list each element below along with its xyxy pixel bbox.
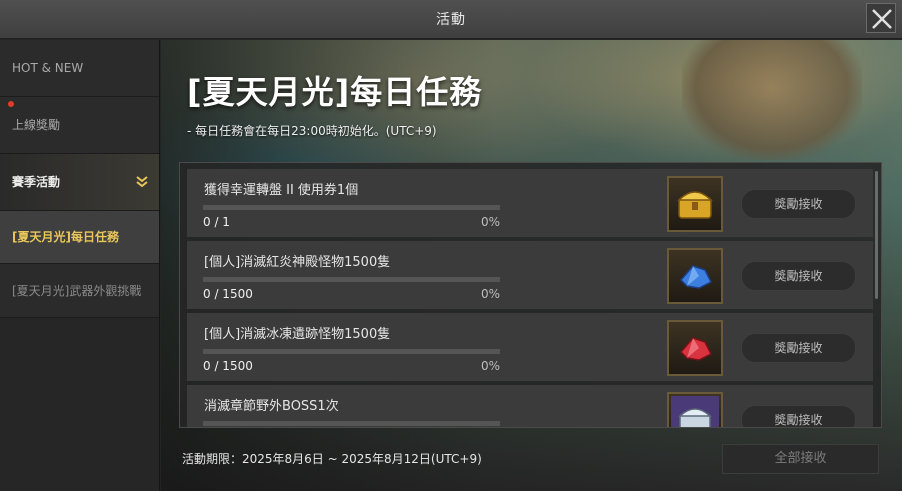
progress-bar	[203, 205, 500, 210]
progress-bar	[203, 349, 500, 354]
window-title: 活動	[436, 12, 466, 28]
claim-reward-button[interactable]: 獎勵接收	[741, 189, 856, 219]
claim-reward-button[interactable]: 獎勵接收	[741, 261, 856, 291]
sidebar-item-label: [夏天月光]武器外觀挑戰	[12, 284, 142, 298]
progress-percent: 0%	[480, 359, 500, 373]
chevron-down-icon	[136, 176, 148, 188]
silver-chest-icon	[671, 396, 719, 427]
red-crystal-icon	[679, 337, 713, 361]
task-row: [個人]消滅冰凍遺跡怪物1500隻 0 / 1500 0% 獎勵接收	[187, 313, 873, 381]
sidebar-item-label: HOT & NEW	[12, 61, 84, 75]
task-name: 獲得幸運轉盤 II 使用券1個	[204, 183, 359, 198]
page-title: [夏天月光]每日任務	[187, 73, 483, 111]
sidebar-item-season-event[interactable]: 賽季活動	[0, 154, 159, 211]
reward-item[interactable]	[667, 320, 723, 376]
close-button[interactable]	[866, 3, 896, 33]
golden-chest-icon	[677, 191, 713, 219]
sidebar-item-label: 賽季活動	[12, 175, 61, 189]
task-row: 獲得幸運轉盤 II 使用券1個 0 / 1 0% 獎勵接收	[187, 169, 873, 237]
claim-reward-button[interactable]: 獎勵接收	[741, 333, 856, 363]
reset-note: - 每日任務會在每日23:00時初始化。(UTC+9)	[187, 124, 437, 138]
task-row: 消滅章節野外BOSS1次 獎勵接收	[187, 385, 873, 427]
blue-crystal-icon	[679, 265, 713, 289]
sidebar: HOT & NEW 上線獎勵 賽季活動 [夏天月光]每日任務 [夏天月光]武器外…	[0, 40, 160, 491]
progress-count: 0 / 1	[203, 215, 230, 229]
sidebar-item-label: 上線獎勵	[12, 118, 61, 132]
task-list: 獲得幸運轉盤 II 使用券1個 0 / 1 0% 獎勵接收 [個人]消滅紅炎神殿…	[179, 162, 882, 428]
sidebar-item-label: [夏天月光]每日任務	[12, 230, 119, 244]
claim-all-button[interactable]: 全部接收	[722, 444, 879, 474]
claim-reward-button[interactable]: 獎勵接收	[741, 405, 856, 427]
reward-item[interactable]	[667, 392, 723, 427]
sidebar-item-login-reward[interactable]: 上線獎勵	[0, 97, 159, 154]
progress-percent: 0%	[480, 287, 500, 301]
event-window: 活動 HOT & NEW 上線獎勵 賽季活動 [夏天月光]每日任務 [夏天月光]…	[0, 0, 902, 491]
sidebar-item-daily-mission[interactable]: [夏天月光]每日任務	[0, 211, 159, 264]
notification-dot	[8, 101, 14, 107]
task-name: 消滅章節野外BOSS1次	[204, 399, 339, 414]
progress-percent: 0%	[480, 215, 500, 229]
sidebar-item-hot-new[interactable]: HOT & NEW	[0, 40, 159, 97]
reward-item[interactable]	[667, 248, 723, 304]
sidebar-item-weapon-challenge[interactable]: [夏天月光]武器外觀挑戰	[0, 264, 159, 318]
task-name: [個人]消滅冰凍遺跡怪物1500隻	[204, 327, 391, 342]
task-name: [個人]消滅紅炎神殿怪物1500隻	[204, 255, 391, 270]
reward-item[interactable]	[667, 176, 723, 232]
scrollbar[interactable]	[875, 171, 878, 299]
main-panel: [夏天月光]每日任務 - 每日任務會在每日23:00時初始化。(UTC+9) 獲…	[161, 40, 902, 491]
task-row: [個人]消滅紅炎神殿怪物1500隻 0 / 1500 0% 獎勵接收	[187, 241, 873, 309]
progress-count: 0 / 1500	[203, 287, 253, 301]
title-bar: 活動	[0, 0, 902, 39]
progress-bar	[203, 421, 500, 426]
progress-bar	[203, 277, 500, 282]
progress-count: 0 / 1500	[203, 359, 253, 373]
event-period: 活動期限：2025年8月6日 ~ 2025年8月12日(UTC+9)	[182, 452, 482, 466]
close-icon	[872, 9, 892, 29]
